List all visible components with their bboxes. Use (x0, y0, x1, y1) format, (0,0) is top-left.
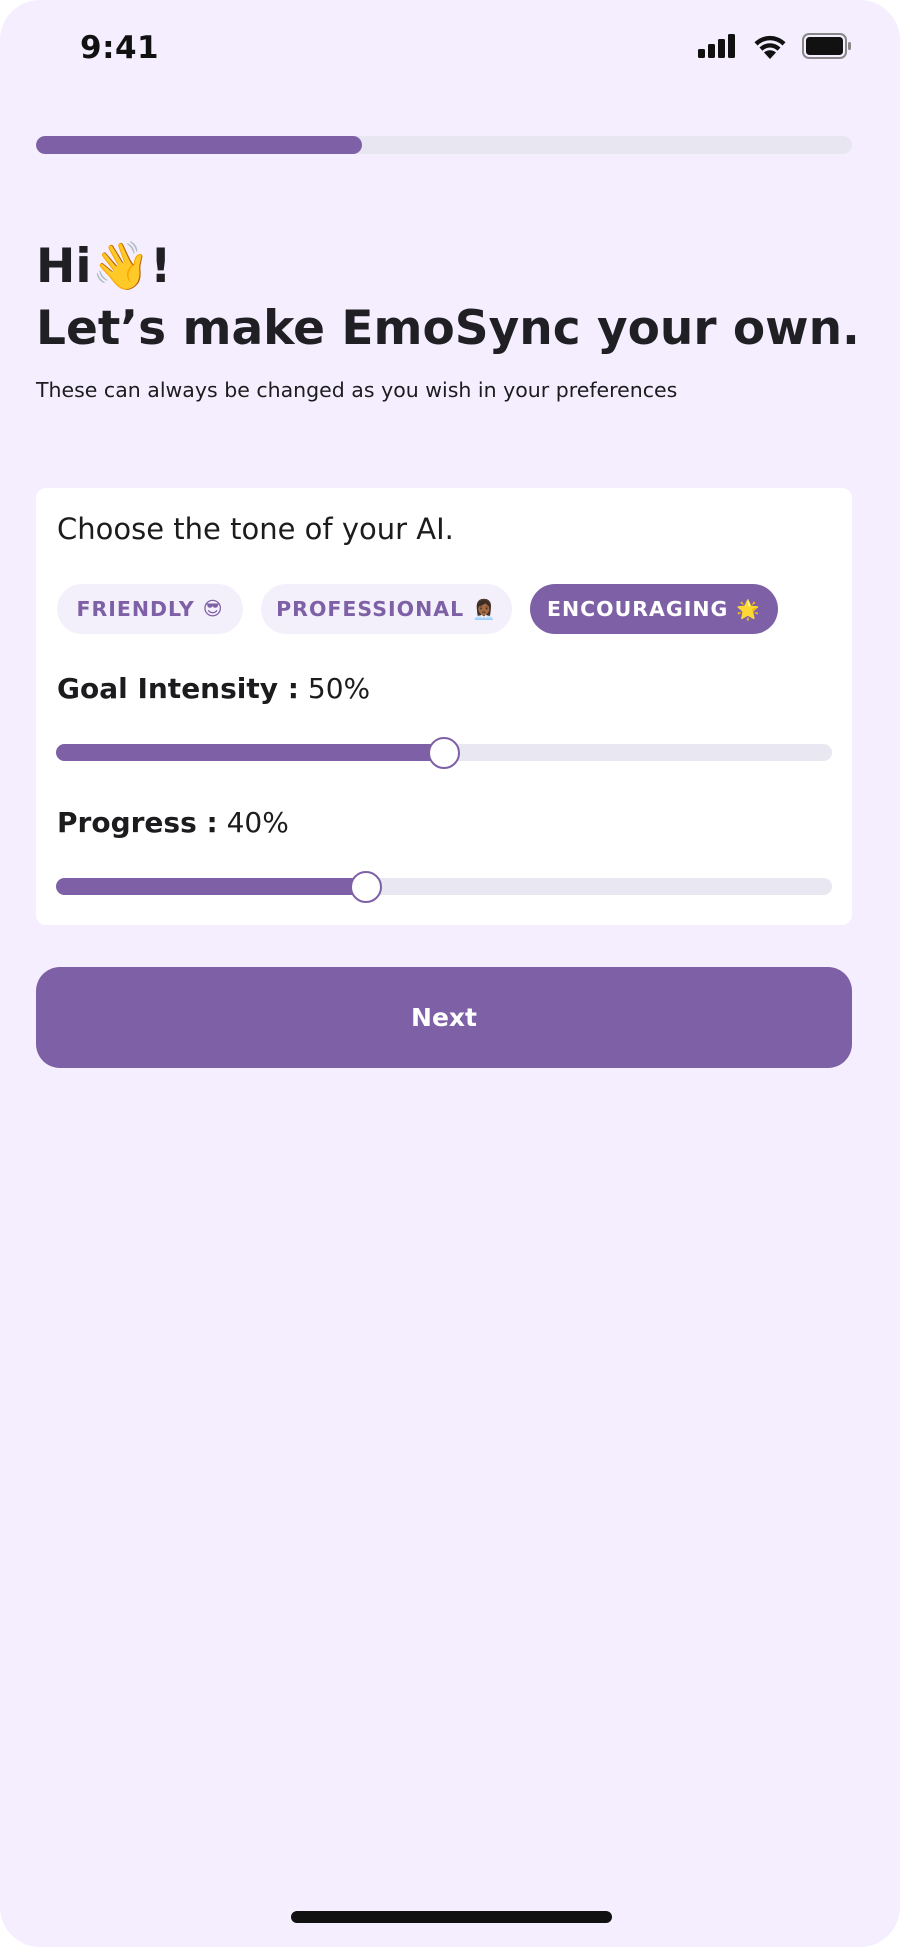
progress-thumb[interactable] (350, 870, 383, 903)
progress-slider[interactable] (56, 870, 832, 903)
status-time: 9:41 (80, 30, 160, 66)
tone-chip-professional[interactable]: PROFESSIONAL 👩🏾‍💼 (261, 584, 512, 634)
progress-label: Progress : 40% (57, 806, 289, 839)
cellular-signal-icon (698, 33, 738, 63)
progress-fill (56, 878, 367, 895)
battery-icon (802, 32, 852, 64)
tone-question: Choose the tone of your AI. (57, 512, 454, 546)
onboarding-progress-bar (36, 136, 852, 154)
subtitle: These can always be changed as you wish … (36, 378, 678, 402)
tone-chip-label: PROFESSIONAL (276, 597, 465, 621)
next-button[interactable]: Next (36, 967, 852, 1068)
progress-value: 40% (226, 806, 289, 839)
tone-chip-label: ENCOURAGING (546, 597, 729, 621)
sunglasses-emoji-icon: 😎 (202, 598, 224, 620)
goal-intensity-label: Goal Intensity : 50% (57, 672, 370, 705)
page-title: Hi👋! Let’s make EmoSync your own. (36, 236, 860, 360)
goal-intensity-title: Goal Intensity : (57, 672, 299, 705)
home-indicator (291, 1911, 612, 1923)
onboarding-progress-fill (36, 136, 363, 154)
tone-chip-label: FRIENDLY (76, 597, 195, 621)
greeting: Hi👋! (36, 239, 172, 294)
goal-intensity-value: 50% (307, 672, 371, 705)
goal-intensity-slider[interactable] (56, 736, 832, 769)
office-worker-emoji-icon: 👩🏾‍💼 (472, 598, 497, 621)
goal-intensity-fill (56, 744, 444, 761)
star-emoji-icon: 🌟 (736, 598, 762, 621)
wifi-icon (752, 33, 788, 64)
tone-chip-friendly[interactable]: FRIENDLY 😎 (57, 584, 243, 634)
status-icons (698, 32, 852, 64)
goal-intensity-thumb[interactable] (428, 736, 460, 769)
settings-card: Choose the tone of your AI. FRIENDLY 😎 P… (36, 488, 852, 925)
progress-title: Progress : (57, 806, 218, 839)
phone-screen: 9:41 Hi👋! Let’s make EmoSync your own. T… (0, 0, 900, 1947)
tone-chip-encouraging[interactable]: ENCOURAGING 🌟 (530, 584, 778, 634)
title-text: Let’s make EmoSync your own. (36, 301, 860, 356)
